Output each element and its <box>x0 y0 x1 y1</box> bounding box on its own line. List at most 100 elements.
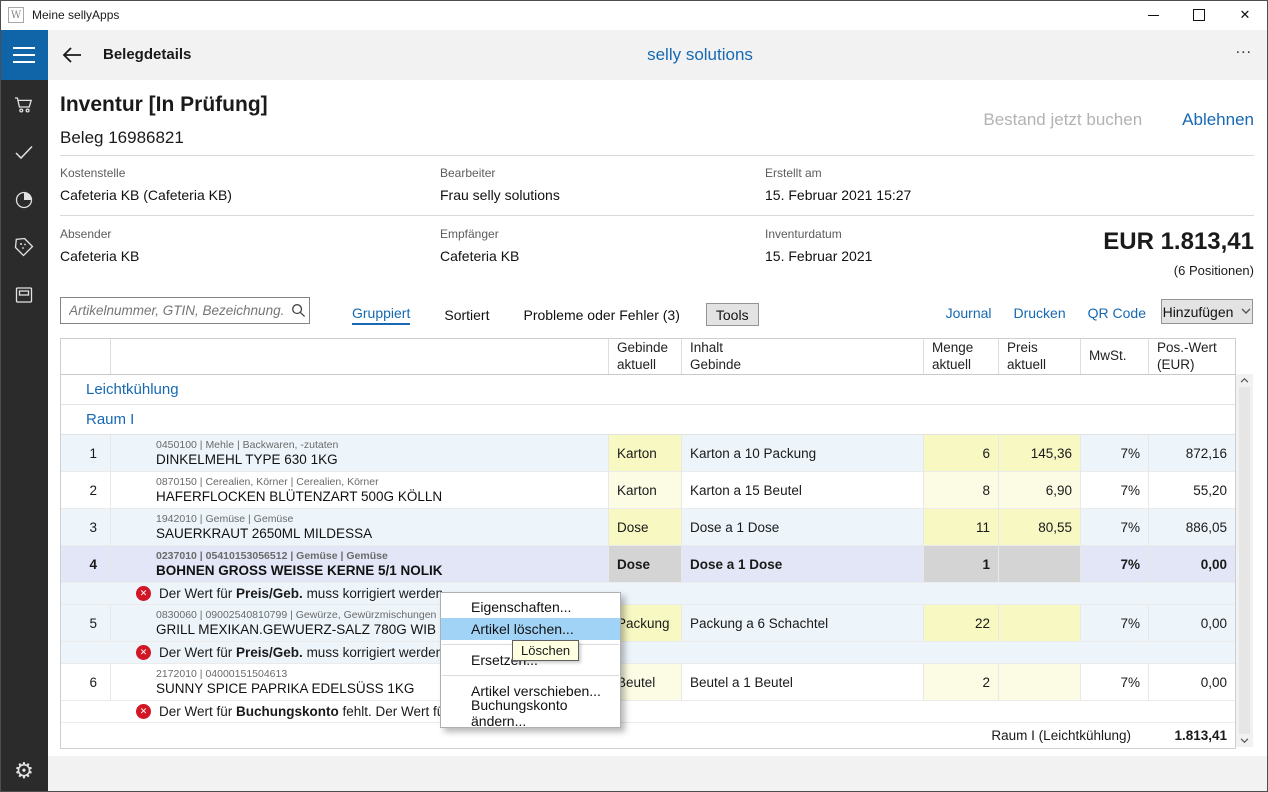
inhalt-cell: Beutel a 1 Beutel <box>682 664 924 700</box>
gebinde-cell[interactable]: Karton <box>609 472 682 508</box>
window-controls: ✕ <box>1130 0 1268 30</box>
search-box[interactable] <box>60 297 310 324</box>
sidebar-item-orders[interactable] <box>0 93 48 121</box>
preis-cell[interactable] <box>999 546 1081 582</box>
article-meta: 1942010 | Gemüse | Gemüse <box>156 513 293 525</box>
preis-cell[interactable] <box>999 605 1081 641</box>
article-description: 0237010 | 05410153056512 | Gemüse | Gemü… <box>111 546 609 582</box>
sidebar-item-articles[interactable] <box>0 235 48 263</box>
maximize-icon <box>1193 9 1205 21</box>
back-arrow-icon[interactable] <box>60 43 84 67</box>
sidebar-item-reports[interactable] <box>0 188 48 216</box>
pos-wert-cell: 886,05 <box>1149 509 1235 545</box>
sidebar-item-settings[interactable]: ⚙ <box>0 756 48 786</box>
field-label: Inventurdatum <box>765 227 1065 241</box>
menge-cell[interactable]: 1 <box>924 546 999 582</box>
menge-cell[interactable]: 2 <box>924 664 999 700</box>
filter-probleme[interactable]: Probleme oder Fehler (3) <box>523 307 679 323</box>
vertical-scrollbar[interactable] <box>1236 374 1253 747</box>
maximize-button[interactable] <box>1176 0 1222 30</box>
link-drucken[interactable]: Drucken <box>1014 305 1066 321</box>
table-row[interactable]: 50830060 | 09002540810799 | Gewürze, Gew… <box>61 605 1235 642</box>
more-options-button[interactable]: ... <box>1236 40 1252 58</box>
add-button-label: Hinzufügen <box>1163 304 1234 320</box>
sidebar-item-journal[interactable] <box>0 283 48 311</box>
field-erstellt am: Erstellt am15. Februar 2021 15:27 <box>765 166 1065 203</box>
minimize-button[interactable] <box>1130 0 1176 30</box>
article-meta: 0450100 | Mehle | Backwaren, -zutaten <box>156 439 338 451</box>
page-title: Inventur [In Prüfung] <box>60 93 268 117</box>
preis-cell[interactable]: 145,36 <box>999 435 1081 471</box>
table-row[interactable]: 10450100 | Mehle | Backwaren, -zutatenDI… <box>61 435 1235 472</box>
reject-button[interactable]: Ablehnen <box>1182 110 1254 130</box>
link-qr-code[interactable]: QR Code <box>1088 305 1146 321</box>
menge-cell[interactable]: 11 <box>924 509 999 545</box>
check-icon <box>12 140 36 169</box>
mwst-cell: 7% <box>1081 664 1149 700</box>
field-value: Frau selly solutions <box>440 187 740 203</box>
bottom-strip <box>48 756 1268 792</box>
sidebar-item-tasks[interactable] <box>0 140 48 168</box>
mwst-cell: 7% <box>1081 546 1149 582</box>
inhalt-cell: Dose a 1 Dose <box>682 546 924 582</box>
document-links: Journal Drucken QR Code <box>946 305 1146 321</box>
chevron-down-icon <box>1241 308 1251 315</box>
field-value: 15. Februar 2021 <box>765 248 1065 264</box>
menge-cell[interactable]: 22 <box>924 605 999 641</box>
search-input[interactable] <box>61 303 287 318</box>
context-menu-item[interactable]: Eigenschaften... <box>441 596 620 618</box>
filter-gruppiert[interactable]: Gruppiert <box>352 305 410 325</box>
gebinde-cell[interactable]: Dose <box>609 546 682 582</box>
preis-cell[interactable]: 6,90 <box>999 472 1081 508</box>
menge-cell[interactable]: 6 <box>924 435 999 471</box>
gear-icon: ⚙ <box>14 758 34 784</box>
inhalt-cell: Dose a 1 Dose <box>682 509 924 545</box>
preis-cell[interactable] <box>999 664 1081 700</box>
add-button[interactable]: Hinzufügen <box>1161 299 1253 324</box>
preis-cell[interactable]: 80,55 <box>999 509 1081 545</box>
group-header-row[interactable]: Leichtkühlung <box>61 375 1235 405</box>
positions-table: Gebinde aktuellInhalt GebindeMenge aktue… <box>60 338 1253 749</box>
group-header-row[interactable]: Raum I <box>61 405 1235 435</box>
pos-wert-cell: 0,00 <box>1149 664 1235 700</box>
app-icon: W <box>8 7 24 23</box>
row-error-message: ✕Der Wert für Preis/Geb. muss korrigiert… <box>61 642 1235 664</box>
filter-sortiert[interactable]: Sortiert <box>444 307 489 323</box>
article-description: 1942010 | Gemüse | GemüseSAUERKRAUT 2650… <box>111 509 609 545</box>
column-header: MwSt. <box>1081 339 1149 374</box>
column-header: Preis aktuell <box>999 339 1081 374</box>
row-number: 3 <box>61 509 111 545</box>
table-row[interactable]: 31942010 | Gemüse | GemüseSAUERKRAUT 265… <box>61 509 1235 546</box>
table-row[interactable]: 62172010 | 04000151504613SUNNY SPICE PAP… <box>61 664 1235 701</box>
table-footer-row: Raum I (Leichtkühlung) 1.813,41 <box>61 723 1235 748</box>
window-title: Meine sellyApps <box>32 8 119 22</box>
search-icon[interactable] <box>287 303 309 318</box>
footer-total-value: 1.813,41 <box>1141 723 1235 748</box>
close-icon: ✕ <box>1240 7 1251 23</box>
context-menu-item[interactable]: Artikel löschen... <box>441 618 620 640</box>
field-value: Cafeteria KB <box>60 248 360 264</box>
tools-button[interactable]: Tools <box>706 303 759 326</box>
gebinde-cell[interactable]: Dose <box>609 509 682 545</box>
field-inventurdatum: Inventurdatum 15. Februar 2021 <box>765 227 1065 264</box>
book-icon <box>12 283 36 312</box>
article-name: GRILL MEXIKAN.GEWUERZ-SALZ 780G WIB <box>156 622 436 637</box>
total-amount: EUR 1.813,41 <box>1103 228 1254 256</box>
menge-cell[interactable]: 8 <box>924 472 999 508</box>
error-icon: ✕ <box>136 645 151 660</box>
gebinde-cell[interactable]: Karton <box>609 435 682 471</box>
link-journal[interactable]: Journal <box>946 305 992 321</box>
close-button[interactable]: ✕ <box>1222 0 1268 30</box>
table-row[interactable]: 20870150 | Cerealien, Körner | Cerealien… <box>61 472 1235 509</box>
scroll-down-icon[interactable] <box>1240 738 1249 744</box>
mwst-cell: 7% <box>1081 472 1149 508</box>
scrollbar-thumb[interactable] <box>1239 387 1250 734</box>
row-number: 2 <box>61 472 111 508</box>
row-number: 4 <box>61 546 111 582</box>
minimize-icon <box>1148 15 1159 16</box>
context-menu-item[interactable]: Buchungskonto ändern... <box>441 702 620 724</box>
table-row[interactable]: 40237010 | 05410153056512 | Gemüse | Gem… <box>61 546 1235 583</box>
scroll-up-icon[interactable] <box>1240 377 1249 383</box>
hamburger-menu-button[interactable] <box>0 30 48 80</box>
field-label: Kostenstelle <box>60 166 360 180</box>
